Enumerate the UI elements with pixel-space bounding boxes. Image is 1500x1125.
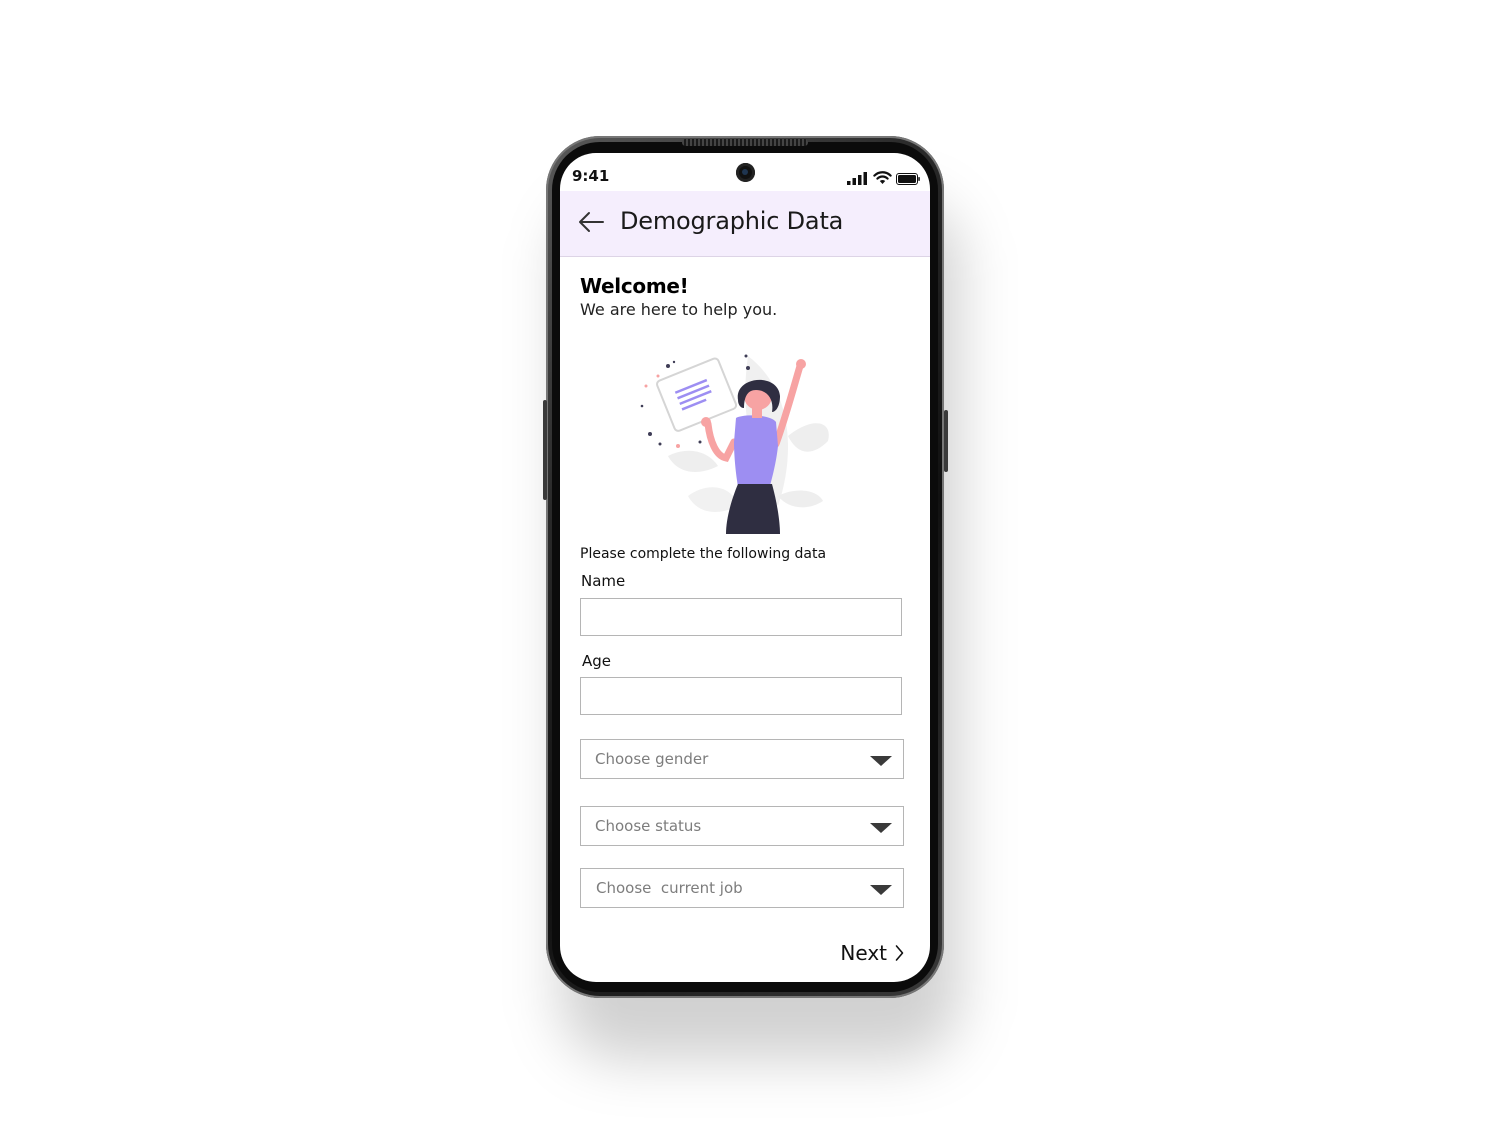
status-time: 9:41 bbox=[572, 167, 610, 185]
phone-screen: 9:41 Demographic Data Welcome! We are he… bbox=[560, 153, 930, 982]
front-camera bbox=[736, 163, 755, 182]
arrow-left-icon[interactable] bbox=[576, 207, 606, 237]
name-label: Name bbox=[581, 572, 626, 590]
status-bar: 9:41 bbox=[560, 153, 930, 191]
status-select-value: Choose status bbox=[595, 817, 702, 835]
gender-select[interactable]: Choose gender bbox=[580, 739, 904, 779]
wifi-icon bbox=[873, 171, 892, 184]
chevron-down-icon bbox=[870, 823, 892, 833]
status-icons bbox=[847, 171, 920, 185]
status-select[interactable]: Choose status bbox=[580, 806, 904, 846]
next-button-label: Next bbox=[840, 941, 887, 965]
gender-select-value: Choose gender bbox=[595, 750, 709, 768]
age-input[interactable] bbox=[580, 677, 902, 715]
celebration-illustration bbox=[640, 354, 829, 534]
main-content: Welcome! We are here to help you. Please… bbox=[560, 256, 930, 982]
page-title: Demographic Data bbox=[620, 207, 844, 235]
app-bar: Demographic Data bbox=[560, 191, 930, 257]
job-select-value: Choose current job bbox=[596, 879, 743, 897]
chevron-down-icon bbox=[870, 756, 892, 766]
form-instruction: Please complete the following data bbox=[580, 546, 827, 562]
phone-power-button bbox=[944, 410, 948, 472]
job-select[interactable]: Choose current job bbox=[580, 868, 904, 908]
welcome-heading: Welcome! bbox=[580, 274, 689, 298]
phone-speaker bbox=[682, 139, 808, 146]
signal-icon bbox=[847, 172, 867, 185]
phone-volume-button bbox=[543, 400, 547, 500]
chevron-down-icon bbox=[870, 885, 892, 895]
age-label: Age bbox=[582, 652, 612, 670]
chevron-right-icon bbox=[895, 945, 904, 961]
name-input[interactable] bbox=[580, 598, 902, 636]
next-button[interactable]: Next bbox=[840, 941, 904, 965]
welcome-subtitle: We are here to help you. bbox=[580, 300, 778, 319]
battery-icon bbox=[896, 173, 920, 185]
